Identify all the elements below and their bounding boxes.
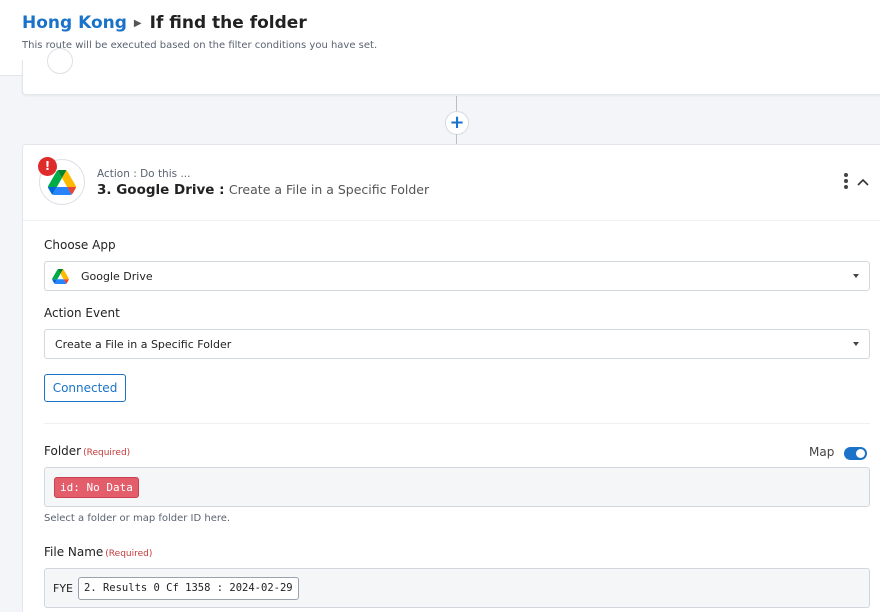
action-event-value: Create a File in a Specific Folder xyxy=(55,337,232,351)
required-badge: (Required) xyxy=(83,448,131,458)
connector-line xyxy=(456,134,457,144)
caret-down-icon xyxy=(853,274,859,278)
kebab-icon[interactable] xyxy=(841,173,851,191)
action-event-label: Action Event xyxy=(44,306,120,320)
chevron-right-icon: ▶ xyxy=(133,17,142,29)
page-title: If find the folder xyxy=(149,13,307,33)
divider xyxy=(44,423,870,424)
add-step-button[interactable]: + xyxy=(445,111,469,135)
folder-label: Folder (Required) xyxy=(44,444,130,458)
step-title: 3. Google Drive : Create a File in a Spe… xyxy=(97,182,429,198)
action-step-card: ! Action : Do this ... 3. Google Drive :… xyxy=(22,144,880,612)
required-badge: (Required) xyxy=(105,549,153,559)
file-name-label-text: File Name xyxy=(44,545,104,559)
chevron-up-icon[interactable] xyxy=(857,171,873,191)
folder-id-tag[interactable]: id: No Data xyxy=(54,476,139,498)
folder-field[interactable]: id: No Data xyxy=(44,467,870,507)
choose-app-select[interactable]: Google Drive xyxy=(44,261,870,291)
step-event-name: Create a File in a Specific Folder xyxy=(228,182,430,197)
file-name-variable-tag[interactable]: 2. Results 0 Cf 1358 : 2024-02-29 xyxy=(78,576,299,600)
map-toggle[interactable] xyxy=(844,447,867,460)
google-drive-icon xyxy=(52,268,69,284)
breadcrumb-parent-link[interactable]: Hong Kong xyxy=(22,13,127,33)
connected-button[interactable]: Connected xyxy=(44,374,126,402)
folder-label-text: Folder xyxy=(44,444,82,458)
connector-line xyxy=(456,96,457,112)
choose-app-value: Google Drive xyxy=(81,269,153,283)
step-header[interactable]: ! Action : Do this ... 3. Google Drive :… xyxy=(23,145,880,221)
file-name-prefix: FYE xyxy=(53,581,73,595)
choose-app-label: Choose App xyxy=(44,238,116,252)
caret-down-icon xyxy=(853,342,859,346)
page-subtitle: This route will be executed based on the… xyxy=(22,40,378,51)
previous-step-app-icon xyxy=(47,48,73,74)
plus-icon: + xyxy=(449,112,465,133)
file-name-label: File Name (Required) xyxy=(44,545,152,559)
warning-icon: ! xyxy=(38,157,57,176)
toggle-knob xyxy=(856,449,865,458)
previous-step-card[interactable] xyxy=(22,48,880,95)
step-number-app: 3. Google Drive : xyxy=(97,182,225,198)
file-name-field[interactable]: FYE 2. Results 0 Cf 1358 : 2024-02-29 xyxy=(44,568,870,608)
breadcrumb: Hong Kong ▶ If find the folder xyxy=(22,13,307,33)
map-label: Map xyxy=(809,445,835,459)
action-event-select[interactable]: Create a File in a Specific Folder xyxy=(44,329,870,359)
step-type-label: Action : Do this ... xyxy=(97,168,191,180)
folder-help-text: Select a folder or map folder ID here. xyxy=(44,513,231,524)
